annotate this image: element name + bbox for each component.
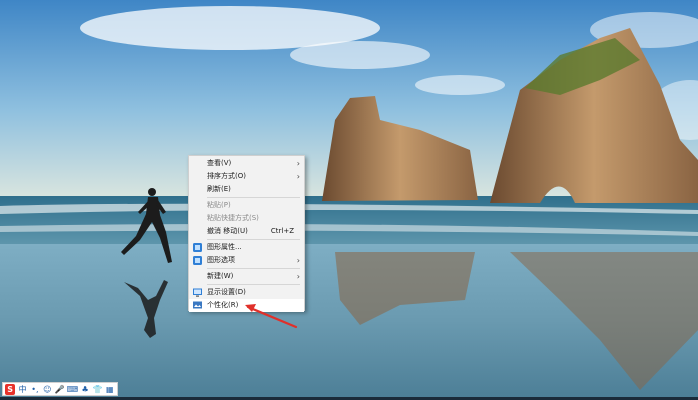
menu-item-undo-move[interactable]: 撤消 移动(U) Ctrl+Z (189, 225, 304, 238)
personalize-icon (193, 301, 202, 309)
menu-item-label: 排序方式(O) (207, 172, 246, 180)
menu-item-display-settings[interactable]: 显示设置(D) (189, 286, 304, 299)
menu-separator (207, 284, 300, 285)
menu-item-label: 撤消 移动(U) (207, 227, 248, 235)
menu-item-view[interactable]: 查看(V) › (189, 157, 304, 170)
menu-item-label: 粘贴(P) (207, 201, 231, 209)
menu-item-label: 显示设置(D) (207, 288, 246, 296)
chevron-right-icon: › (296, 256, 300, 265)
sogou-ime-logo-icon[interactable]: S (5, 383, 16, 395)
display-icon (193, 288, 202, 297)
menu-item-graphics-options[interactable]: 图形选项 › (189, 254, 304, 267)
menu-item-refresh[interactable]: 刷新(E) (189, 183, 304, 196)
ime-voice-icon[interactable]: 🎤 (55, 384, 65, 395)
menu-item-paste-shortcut[interactable]: 粘贴快捷方式(S) (189, 212, 304, 225)
menu-item-personalize[interactable]: 个性化(R) (189, 299, 304, 312)
menu-item-label: 粘贴快捷方式(S) (207, 214, 259, 222)
chevron-right-icon: › (296, 172, 300, 181)
ime-toolbox-icon[interactable]: ▦ (105, 384, 115, 395)
menu-separator (207, 197, 300, 198)
menu-item-graphics-properties[interactable]: 图形属性... (189, 241, 304, 254)
menu-item-label: 新建(W) (207, 272, 234, 280)
ime-skin-icon[interactable]: ♣ (80, 384, 90, 395)
desktop-context-menu: 查看(V) › 排序方式(O) › 刷新(E) 粘贴(P) 粘贴快捷方式(S) … (188, 155, 305, 312)
menu-item-sort-by[interactable]: 排序方式(O) › (189, 170, 304, 183)
ime-chinese-mode-icon[interactable]: 中 (17, 384, 27, 395)
menu-item-label: 图形选项 (207, 256, 235, 264)
ime-punctuation-icon[interactable]: •, (30, 384, 40, 395)
menu-item-shortcut: Ctrl+Z (270, 227, 294, 235)
menu-item-label: 图形属性... (207, 243, 242, 251)
menu-separator (207, 268, 300, 269)
menu-item-label: 刷新(E) (207, 185, 231, 193)
desktop-wallpaper (0, 0, 698, 400)
ime-emoji-icon[interactable]: ☺ (42, 384, 52, 395)
menu-separator (207, 239, 300, 240)
ime-shirt-icon[interactable]: 👕 (92, 384, 102, 395)
menu-item-label: 个性化(R) (207, 301, 239, 309)
graphics-icon (193, 256, 202, 265)
menu-item-label: 查看(V) (207, 159, 232, 167)
ime-toolbar: S 中 •, ☺ 🎤 ⌨ ♣ 👕 ▦ (2, 382, 118, 396)
graphics-icon (193, 243, 202, 252)
chevron-right-icon: › (296, 272, 300, 281)
ime-keyboard-icon[interactable]: ⌨ (67, 384, 79, 395)
menu-item-paste[interactable]: 粘贴(P) (189, 199, 304, 212)
chevron-right-icon: › (296, 159, 300, 168)
menu-item-new[interactable]: 新建(W) › (189, 270, 304, 283)
